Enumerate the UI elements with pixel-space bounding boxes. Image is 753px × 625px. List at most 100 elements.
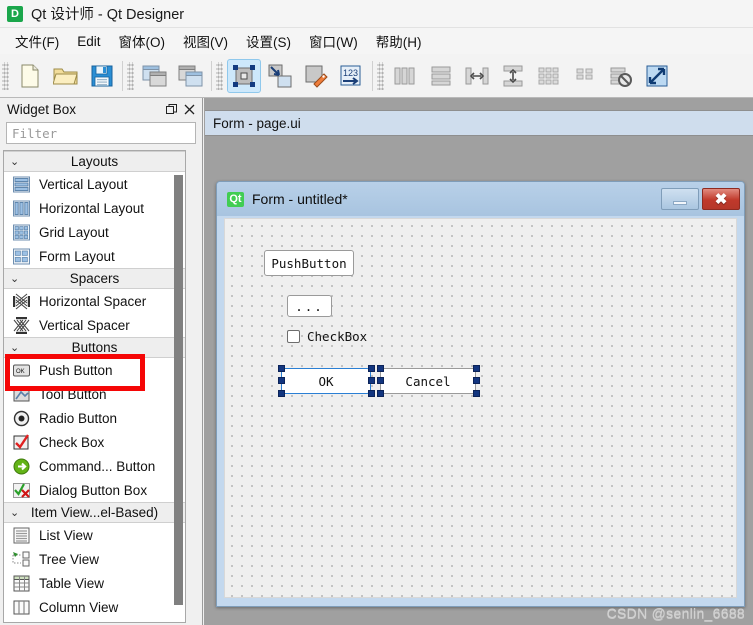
pushbutton-widget[interactable]: PushButton (264, 250, 354, 276)
checkbox-box[interactable] (287, 330, 300, 343)
close-icon[interactable]: ✖ (702, 188, 740, 210)
vertical-spacer-icon (12, 316, 31, 335)
cancel-button-widget[interactable]: Cancel (380, 368, 476, 394)
widget-box-list[interactable]: ⌄ Layouts Vertical Layout Horizontal Lay… (3, 150, 186, 623)
toolbar-separator-3 (372, 60, 373, 91)
widget-item-tree-view[interactable]: Tree View (4, 547, 185, 571)
filter-input[interactable] (12, 125, 190, 141)
widget-group-spacers[interactable]: ⌄ Spacers (4, 268, 185, 289)
edit-widgets-icon[interactable] (227, 58, 261, 93)
toolbar-grip-3[interactable] (216, 61, 223, 90)
close-icon[interactable] (180, 101, 198, 117)
selection-handle[interactable] (473, 377, 480, 384)
widget-item-dialog-button-box[interactable]: Dialog Button Box (4, 478, 185, 502)
svg-text:OK: OK (16, 369, 25, 375)
layout-vertical-icon[interactable] (424, 59, 458, 93)
widget-box-filter[interactable] (6, 122, 196, 144)
window-titlebar: D Qt 设计师 - Qt Designer (0, 0, 753, 28)
form-window-title: Form - untitled* (252, 191, 348, 207)
widget-item-vertical-layout[interactable]: Vertical Layout (4, 172, 185, 196)
layout-horizontal-icon[interactable] (388, 59, 422, 93)
selection-handle[interactable] (473, 365, 480, 372)
layout-splitter-v-icon[interactable] (496, 59, 530, 93)
widget-item-grid-layout[interactable]: Grid Layout (4, 220, 185, 244)
ok-button-widget[interactable]: OK (281, 368, 371, 394)
widget-item-push-button[interactable]: OK Push Button (4, 358, 185, 382)
open-folder-icon[interactable] (49, 59, 83, 93)
widget-item-vertical-spacer[interactable]: Vertical Spacer (4, 313, 185, 337)
edit-tab-order-icon[interactable]: 123 (335, 59, 369, 93)
selection-handle[interactable] (377, 365, 384, 372)
widget-item-horizontal-spacer[interactable]: Horizontal Spacer (4, 289, 185, 313)
save-floppy-icon[interactable] (85, 59, 119, 93)
selection-handle[interactable] (278, 365, 285, 372)
widget-item-command-link-button[interactable]: Command... Button (4, 454, 185, 478)
grid-layout-icon (12, 223, 31, 242)
cascade-windows-icon[interactable] (138, 59, 172, 93)
toolbar-separator (122, 60, 123, 91)
edit-signals-slots-icon[interactable] (263, 59, 297, 93)
widget-item-tool-button[interactable]: Tool Button (4, 382, 185, 406)
widget-item-label: Form Layout (39, 248, 115, 264)
widget-item-label: Grid Layout (39, 224, 109, 240)
toolbar-grip-2[interactable] (127, 61, 134, 90)
layout-form-icon[interactable] (568, 59, 602, 93)
selection-handle[interactable] (368, 377, 375, 384)
layout-splitter-h-icon[interactable] (460, 59, 494, 93)
ok-button-label: OK (318, 373, 334, 389)
widget-box-scrollbar[interactable] (173, 175, 184, 605)
form-window-titlebar: Qt Form - untitled* ✖ (217, 182, 744, 216)
menu-window[interactable]: 窗口(W) (300, 28, 367, 54)
adjust-size-icon[interactable] (640, 59, 674, 93)
check-box-icon (12, 433, 31, 452)
menu-form[interactable]: 窗体(O) (110, 28, 175, 54)
widget-item-label: Tree View (39, 551, 100, 567)
toolbar-grip[interactable] (2, 61, 9, 90)
mdi-tab-form-page-ui[interactable]: Form - page.ui (213, 116, 301, 131)
menu-settings[interactable]: 设置(S) (237, 28, 300, 54)
layout-grid-icon[interactable] (532, 59, 566, 93)
menu-help[interactable]: 帮助(H) (367, 28, 431, 54)
widget-group-buttons[interactable]: ⌄ Buttons (4, 337, 185, 358)
checkbox-widget[interactable]: CheckBox (287, 329, 367, 344)
minimize-icon[interactable] (661, 188, 699, 210)
selection-handle[interactable] (377, 377, 384, 384)
scrollbar-thumb[interactable] (174, 175, 183, 605)
widget-item-label: Column View (39, 599, 119, 615)
widget-item-column-view[interactable]: Column View (4, 595, 185, 619)
selection-handle[interactable] (473, 390, 480, 397)
widget-group-layouts[interactable]: ⌄ Layouts (4, 151, 185, 172)
widget-item-label: Tool Button (39, 386, 107, 402)
selection-handle[interactable] (278, 377, 285, 384)
widget-item-table-view[interactable]: Table View (4, 571, 185, 595)
window-title: Qt 设计师 - Qt Designer (31, 7, 185, 23)
svg-text:123: 123 (343, 68, 358, 78)
menu-bar: 文件(F) Edit 窗体(O) 视图(V) 设置(S) 窗口(W) 帮助(H) (0, 28, 753, 54)
list-view-icon (12, 526, 31, 545)
menu-edit[interactable]: Edit (68, 31, 109, 52)
selection-handle[interactable] (377, 390, 384, 397)
menu-file[interactable]: 文件(F) (6, 28, 68, 54)
new-file-icon[interactable] (13, 59, 47, 93)
selection-handle[interactable] (368, 390, 375, 397)
float-icon[interactable] (162, 101, 180, 117)
menu-view[interactable]: 视图(V) (174, 28, 237, 54)
watermark-text: CSDN @senlin_6688 (606, 605, 745, 621)
tool-button-icon (12, 385, 31, 404)
toolbutton-widget[interactable]: ... (287, 295, 332, 317)
toolbar-grip-4[interactable] (377, 61, 384, 90)
widget-item-list-view[interactable]: List View (4, 523, 185, 547)
chevron-down-icon: ⌄ (10, 342, 20, 354)
push-button-icon: OK (12, 361, 31, 380)
widget-item-radio-button[interactable]: Radio Button (4, 406, 185, 430)
edit-buddies-icon[interactable] (299, 59, 333, 93)
widget-item-horizontal-layout[interactable]: Horizontal Layout (4, 196, 185, 220)
break-layout-icon[interactable] (604, 59, 638, 93)
form-canvas[interactable]: PushButton ... CheckBox OK Cancel (224, 218, 737, 598)
widget-item-form-layout[interactable]: Form Layout (4, 244, 185, 268)
widget-item-check-box[interactable]: Check Box (4, 430, 185, 454)
selection-handle[interactable] (278, 390, 285, 397)
tile-windows-icon[interactable] (174, 59, 208, 93)
widget-group-item-views[interactable]: ⌄ Item View...el-Based) (4, 502, 185, 523)
selection-handle[interactable] (368, 365, 375, 372)
